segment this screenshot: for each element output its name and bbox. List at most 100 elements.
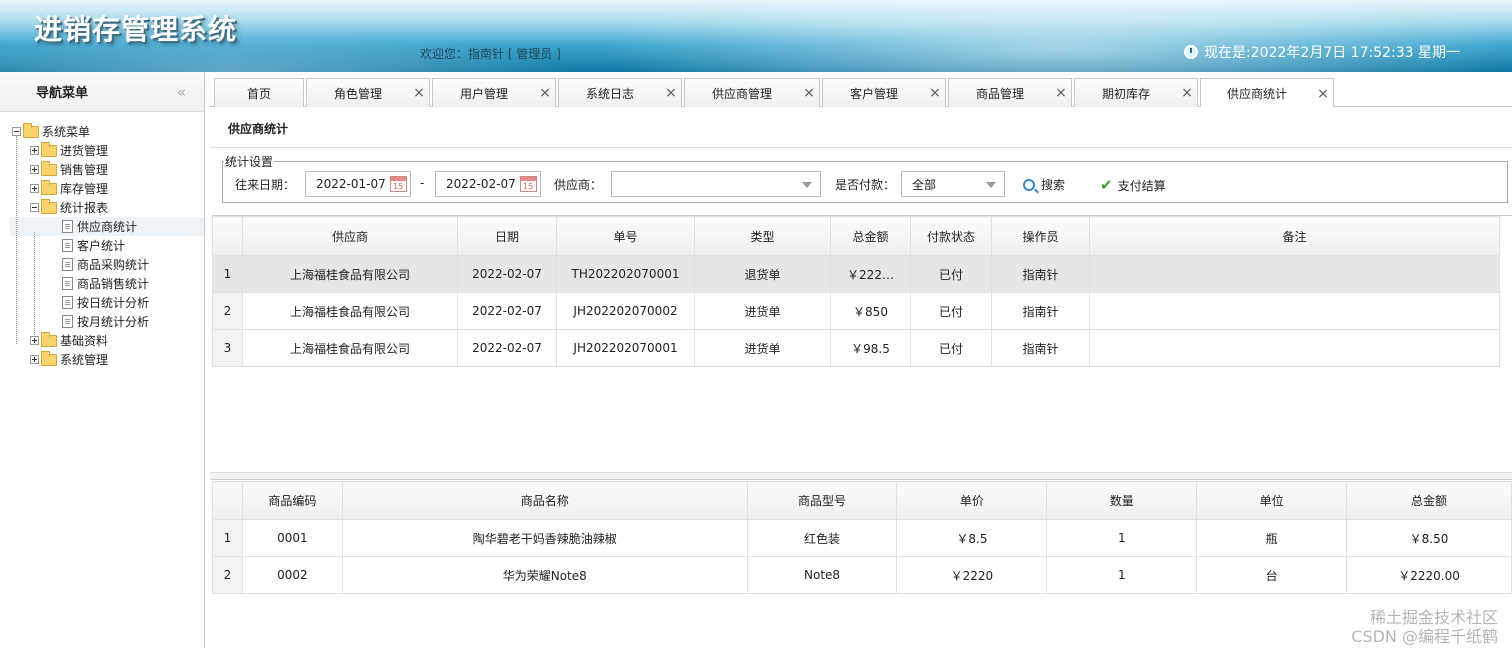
- cell-qty: 1: [1046, 519, 1198, 557]
- tree-node-basic-data[interactable]: 基础资料: [0, 331, 204, 350]
- tree-node-sales[interactable]: 销售管理: [0, 160, 204, 179]
- column-header[interactable]: 商品编码: [241, 481, 343, 520]
- supplier-select[interactable]: [611, 171, 821, 197]
- column-header[interactable]: 总金额: [830, 216, 911, 256]
- tree-node-supplier-stats[interactable]: 供应商统计: [10, 217, 204, 236]
- nav-tree: 系统菜单 进货管理 销售管理 库存管理 统计报表 供应商统计 客户统计 商品采购…: [0, 112, 204, 369]
- plus-icon[interactable]: [30, 184, 39, 193]
- collapse-icon[interactable]: «: [177, 83, 186, 101]
- row-number: 2: [212, 292, 243, 330]
- row-number: 3: [212, 329, 243, 367]
- splitter[interactable]: [210, 472, 1512, 480]
- close-icon[interactable]: ×: [1051, 85, 1071, 101]
- cell-code: 0002: [241, 556, 343, 594]
- tree-node-label: 商品销售统计: [77, 277, 150, 291]
- tree-node-daily-stats[interactable]: 按日统计分析: [0, 293, 204, 312]
- column-header[interactable]: 类型: [694, 216, 831, 256]
- filter-legend: 统计设置: [224, 153, 275, 170]
- close-icon[interactable]: ×: [1313, 86, 1333, 102]
- tab-home[interactable]: 首页: [214, 78, 304, 107]
- tree-node-system[interactable]: 系统管理: [0, 350, 204, 369]
- date-to-input[interactable]: 2022-02-07: [435, 171, 541, 197]
- cell-date: 2022-02-07: [457, 255, 557, 293]
- column-header[interactable]: 操作员: [991, 216, 1090, 256]
- close-icon[interactable]: ×: [925, 85, 945, 101]
- close-icon[interactable]: ×: [799, 85, 819, 101]
- tab-customers[interactable]: 客户管理 ×: [822, 78, 946, 107]
- column-header[interactable]: 备注: [1089, 216, 1500, 256]
- tab-syslog[interactable]: 系统日志 ×: [558, 78, 682, 107]
- row-number-header: [212, 216, 243, 256]
- close-icon[interactable]: ×: [1177, 85, 1197, 101]
- column-header[interactable]: 单价: [896, 481, 1048, 520]
- pay-settle-button[interactable]: ✔ 支付结算: [1100, 176, 1166, 194]
- tree-node-monthly-stats[interactable]: 按月统计分析: [0, 312, 204, 331]
- folder-icon: [41, 160, 57, 176]
- tab-products[interactable]: 商品管理 ×: [948, 78, 1072, 107]
- minus-icon[interactable]: [12, 127, 21, 136]
- tab-supplier-stats[interactable]: 供应商统计 ×: [1200, 78, 1334, 108]
- plus-icon[interactable]: [30, 355, 39, 364]
- cell-supplier: 上海福桂食品有限公司: [242, 255, 458, 293]
- chevron-down-icon[interactable]: [802, 182, 812, 188]
- cell-supplier: 上海福桂食品有限公司: [242, 329, 458, 367]
- close-icon[interactable]: ×: [661, 85, 681, 101]
- cell-note: [1089, 292, 1500, 330]
- supplier-label: 供应商：: [554, 178, 603, 192]
- tab-users[interactable]: 用户管理 ×: [432, 78, 556, 107]
- clock-text: 现在是:2022年2月7日 17:52:33 星期一: [1204, 45, 1460, 61]
- plus-icon[interactable]: [30, 146, 39, 155]
- tab-roles[interactable]: 角色管理 ×: [306, 78, 430, 107]
- table-row[interactable]: 2 上海福桂食品有限公司 2022-02-07 JH202202070002 进…: [212, 292, 1500, 330]
- column-header[interactable]: 单号: [556, 216, 695, 256]
- row-number: 1: [212, 255, 243, 293]
- cell-total: ￥8.50: [1346, 519, 1512, 557]
- folder-icon: [41, 141, 57, 157]
- column-header[interactable]: 供应商: [242, 216, 458, 256]
- cell-amount: ￥222…: [830, 255, 911, 293]
- tree-node-reports[interactable]: 统计报表: [0, 198, 204, 217]
- table-row[interactable]: 1 上海福桂食品有限公司 2022-02-07 TH202202070001 退…: [212, 255, 1500, 293]
- search-button[interactable]: 搜索: [1023, 176, 1065, 193]
- cell-name: 华为荣耀Note8: [341, 556, 748, 594]
- cell-code: JH202202070002: [556, 292, 695, 330]
- column-header[interactable]: 商品名称: [341, 481, 748, 520]
- cell-code: 0001: [241, 519, 343, 557]
- table-row[interactable]: 1 0001 陶华碧老干妈香辣脆油辣椒 红色装 ￥8.5 1 瓶 ￥8.50: [212, 519, 1512, 557]
- tab-suppliers[interactable]: 供应商管理 ×: [684, 78, 820, 107]
- tab-label: 商品管理: [975, 86, 1024, 101]
- calendar-icon[interactable]: [520, 176, 537, 192]
- tree-node-label: 系统菜单: [42, 125, 91, 139]
- date-from-input[interactable]: 2022-01-07: [305, 171, 411, 197]
- close-icon[interactable]: ×: [535, 85, 555, 101]
- column-header[interactable]: 商品型号: [746, 481, 898, 520]
- column-header[interactable]: 数量: [1046, 481, 1198, 520]
- tree-node-purchase-stats[interactable]: 商品采购统计: [0, 255, 204, 274]
- table-row[interactable]: 2 0002 华为荣耀Note8 Note8 ￥2220 1 台 ￥2220.0…: [212, 556, 1512, 594]
- cell-total: ￥2220.00: [1346, 556, 1512, 594]
- tree-node-purchase[interactable]: 进货管理: [0, 141, 204, 160]
- minus-icon[interactable]: [30, 203, 39, 212]
- tree-node-sales-stats[interactable]: 商品销售统计: [0, 274, 204, 293]
- pay-label: 支付结算: [1117, 178, 1166, 193]
- close-icon[interactable]: ×: [409, 85, 429, 101]
- date-to-value: 2022-02-07: [446, 177, 516, 191]
- column-header[interactable]: 日期: [457, 216, 557, 256]
- plus-icon[interactable]: [30, 165, 39, 174]
- calendar-icon[interactable]: [390, 176, 407, 192]
- paid-select[interactable]: 全部: [901, 171, 1005, 197]
- column-header[interactable]: 付款状态: [910, 216, 992, 256]
- tab-opening-stock[interactable]: 期初库存 ×: [1074, 78, 1198, 107]
- column-header[interactable]: 总金额: [1346, 481, 1512, 520]
- tree-node-root[interactable]: 系统菜单: [0, 122, 204, 141]
- tree-node-label: 销售管理: [60, 163, 109, 177]
- table-row[interactable]: 3 上海福桂食品有限公司 2022-02-07 JH202202070001 进…: [212, 329, 1500, 367]
- cell-operator: 指南针: [991, 329, 1090, 367]
- column-header[interactable]: 单位: [1196, 481, 1348, 520]
- plus-icon[interactable]: [30, 336, 39, 345]
- chevron-down-icon[interactable]: [986, 182, 996, 188]
- folder-icon: [41, 179, 57, 195]
- tab-label: 系统日志: [585, 86, 634, 101]
- tree-node-stock[interactable]: 库存管理: [0, 179, 204, 198]
- tree-node-customer-stats[interactable]: 客户统计: [0, 236, 204, 255]
